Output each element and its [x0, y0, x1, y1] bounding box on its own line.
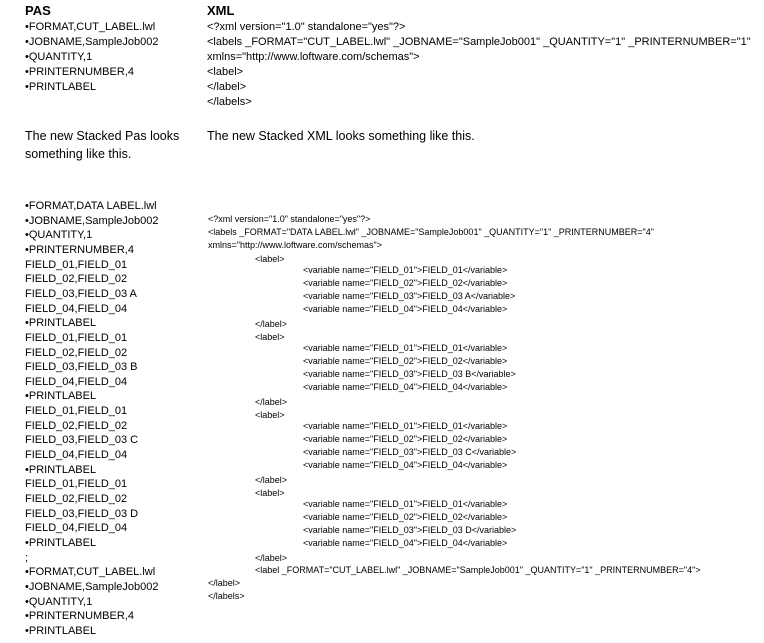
pas-stacked-line: FIELD_04,FIELD_04: [25, 302, 128, 315]
xml-variable-line: <variable name="FIELD_03">FIELD_03 C</va…: [303, 447, 517, 457]
xml-label-close: </label>: [255, 397, 288, 407]
xml-variable-line: <variable name="FIELD_01">FIELD_01</vari…: [303, 343, 508, 353]
stacked-xml-note: The new Stacked XML looks something like…: [207, 129, 475, 143]
pas-stacked-line: FIELD_01,FIELD_01: [25, 478, 128, 491]
pas-stacked-line: FIELD_02,FIELD_02: [25, 493, 128, 505]
xml-namespace: xmlns="http://www.loftware.com/schemas">: [208, 240, 382, 250]
pas-stacked-line: FIELD_01,FIELD_01: [25, 331, 128, 344]
pas-stacked-line: •PRINTLABEL: [25, 536, 97, 549]
pas-stacked-line: •FORMAT,CUT_LABEL.lwl: [25, 566, 156, 579]
xml-declaration: <?xml version="1.0" standalone="yes"?>: [208, 214, 371, 224]
xml-cut-label: <label _FORMAT="CUT_LABEL.lwl" _JOBNAME=…: [255, 565, 701, 575]
pas-stacked-line: ;: [25, 551, 29, 564]
pas-line: •PRINTERNUMBER,4: [25, 66, 134, 78]
pas-stacked-line: •PRINTLABEL: [25, 624, 97, 637]
pas-line: •QUANTITY,1: [25, 51, 93, 63]
pas-stacked-line: FIELD_02,FIELD_02: [25, 273, 128, 286]
pas-stacked-line: •PRINTERNUMBER,4: [25, 610, 134, 623]
xml-header: XML: [207, 3, 235, 18]
xml-variable-line: <variable name="FIELD_03">FIELD_03 B</va…: [303, 369, 516, 379]
pas-stacked-line: FIELD_03,FIELD_03 A: [25, 287, 137, 300]
pas-stacked-line: FIELD_03,FIELD_03 B: [25, 361, 138, 374]
pas-stacked-line: •JOBNAME,SampleJob002: [25, 580, 159, 593]
xml-label-open: <label>: [255, 332, 285, 342]
pas-stacked-line: •PRINTLABEL: [25, 390, 97, 403]
xml-label-open: <label>: [255, 254, 285, 264]
xml-label-close: </label>: [255, 319, 288, 329]
pas-stacked-line: •PRINTLABEL: [25, 463, 97, 476]
xml-variable-line: <variable name="FIELD_03">FIELD_03 D</va…: [303, 525, 517, 535]
xml-line: </label>: [207, 81, 247, 93]
xml-variable-line: <variable name="FIELD_02">FIELD_02</vari…: [303, 278, 508, 288]
xml-label-close: </label>: [208, 578, 241, 588]
pas-line: •JOBNAME,SampleJob002: [25, 36, 159, 48]
xml-line: <label>: [207, 66, 244, 78]
pas-stacked-line: FIELD_01,FIELD_01: [25, 258, 128, 271]
pas-stacked-line: •FORMAT,DATA LABEL.lwl: [25, 200, 157, 212]
pas-stacked-line: FIELD_04,FIELD_04: [25, 375, 128, 388]
xml-variable-line: <variable name="FIELD_04">FIELD_04</vari…: [303, 538, 508, 548]
pas-stacked-line: FIELD_04,FIELD_04: [25, 449, 128, 462]
pas-stacked-line: •JOBNAME,SampleJob002: [25, 214, 159, 227]
pas-stacked-line: •QUANTITY,1: [25, 595, 93, 608]
xml-variable-line: <variable name="FIELD_02">FIELD_02</vari…: [303, 434, 508, 444]
pas-stacked-line: •PRINTERNUMBER,4: [25, 243, 134, 256]
pas-stacked-line: FIELD_04,FIELD_04: [25, 522, 128, 535]
pas-header: PAS: [25, 3, 51, 18]
xml-label-close: </label>: [255, 475, 288, 485]
xml-variable-line: <variable name="FIELD_04">FIELD_04</vari…: [303, 460, 508, 470]
pas-stacked-line: •QUANTITY,1: [25, 229, 93, 242]
xml-variable-line: <variable name="FIELD_01">FIELD_01</vari…: [303, 265, 508, 275]
pas-line: •PRINTLABEL: [25, 81, 97, 93]
xml-line: <?xml version="1.0" standalone="yes"?>: [207, 21, 406, 33]
xml-labels-open: <labels _FORMAT="DATA LABEL.lwl" _JOBNAM…: [208, 227, 654, 237]
pas-stacked-line: FIELD_03,FIELD_03 D: [25, 507, 139, 520]
xml-variable-line: <variable name="FIELD_01">FIELD_01</vari…: [303, 421, 508, 431]
xml-variable-line: <variable name="FIELD_01">FIELD_01</vari…: [303, 499, 508, 509]
xml-variable-line: <variable name="FIELD_02">FIELD_02</vari…: [303, 512, 508, 522]
stacked-pas-note: The new Stacked Pas looks something like…: [25, 129, 180, 161]
xml-label-open: <label>: [255, 410, 285, 420]
pas-line: •FORMAT,CUT_LABEL.lwl: [25, 21, 156, 33]
xml-line: <labels _FORMAT="CUT_LABEL.lwl" _JOBNAME…: [207, 36, 751, 48]
xml-labels-close: </labels>: [208, 591, 245, 601]
pas-stacked-line: FIELD_01,FIELD_01: [25, 405, 128, 418]
xml-variable-line: <variable name="FIELD_03">FIELD_03 A</va…: [303, 291, 516, 301]
pas-stacked-line: FIELD_03,FIELD_03 C: [25, 434, 139, 447]
xml-line: xmlns="http://www.loftware.com/schemas">: [207, 51, 420, 63]
xml-variable-line: <variable name="FIELD_02">FIELD_02</vari…: [303, 356, 508, 366]
xml-variable-line: <variable name="FIELD_04">FIELD_04</vari…: [303, 304, 508, 314]
xml-line: </labels>: [207, 96, 252, 108]
xml-variable-line: <variable name="FIELD_04">FIELD_04</vari…: [303, 382, 508, 392]
pas-stacked-line: •PRINTLABEL: [25, 317, 97, 330]
xml-label-open: <label>: [255, 488, 285, 498]
pas-stacked-line: FIELD_02,FIELD_02: [25, 419, 128, 432]
pas-stacked-line: FIELD_02,FIELD_02: [25, 346, 128, 359]
